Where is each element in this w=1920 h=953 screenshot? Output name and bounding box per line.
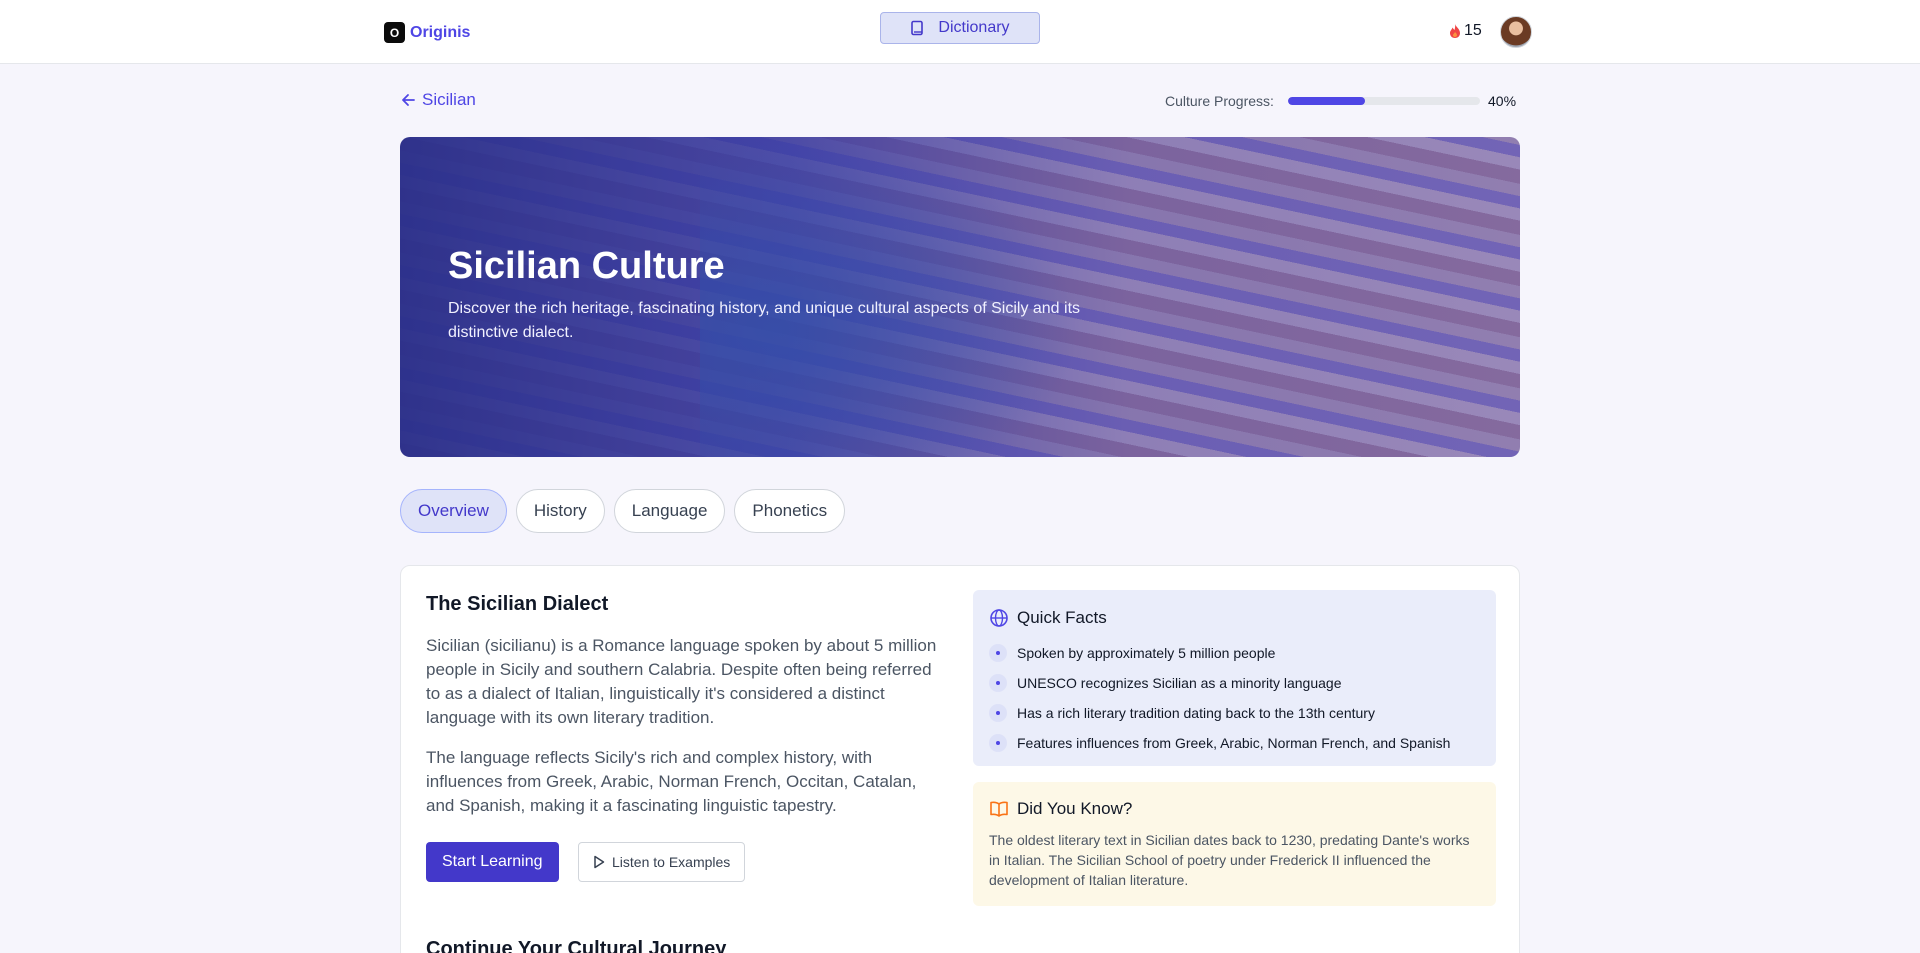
dictionary-label: Dictionary bbox=[938, 19, 1010, 36]
open-book-icon bbox=[990, 801, 1008, 817]
bullet-icon bbox=[989, 674, 1007, 692]
did-you-know-text: The oldest literary text in Sicilian dat… bbox=[989, 832, 1470, 888]
tab-phonetics[interactable]: Phonetics bbox=[734, 489, 846, 533]
progress-fill bbox=[1288, 97, 1365, 105]
listen-examples-button[interactable]: Listen to Examples bbox=[578, 842, 746, 882]
tab-overview[interactable]: Overview bbox=[400, 489, 507, 533]
streak-counter[interactable]: 15 bbox=[1448, 22, 1482, 40]
bullet-icon bbox=[989, 734, 1007, 752]
back-link[interactable]: Sicilian bbox=[400, 90, 476, 110]
fact-text: Features influences from Greek, Arabic, … bbox=[1017, 735, 1451, 751]
logo-mark: O bbox=[384, 22, 405, 43]
back-label: Sicilian bbox=[422, 90, 476, 109]
section-title: The Sicilian Dialect bbox=[426, 593, 609, 615]
arrow-left-icon bbox=[402, 94, 415, 106]
brand-name: Originis bbox=[410, 23, 471, 41]
brand-logo[interactable]: O Originis bbox=[384, 22, 470, 43]
did-you-know-header: Did You Know? bbox=[989, 799, 1132, 819]
culture-progress-bar bbox=[1288, 97, 1480, 105]
hero-banner: Sicilian Culture Discover the rich herit… bbox=[400, 137, 1520, 457]
progress-label: Culture Progress: bbox=[1165, 93, 1274, 109]
start-learning-button[interactable]: Start Learning bbox=[426, 842, 559, 882]
list-item: Has a rich literary tradition dating bac… bbox=[989, 698, 1450, 728]
tab-history[interactable]: History bbox=[515, 489, 605, 533]
dictionary-button[interactable]: Dictionary bbox=[880, 12, 1040, 44]
fact-text: Spoken by approximately 5 million people bbox=[1017, 645, 1276, 661]
bullet-icon bbox=[989, 704, 1007, 722]
overview-card: The Sicilian Dialect Sicilian (sicilianu… bbox=[400, 565, 1520, 953]
hero-subtitle: Discover the rich heritage, fascinating … bbox=[448, 300, 1081, 341]
continue-journey-title: Continue Your Cultural Journey bbox=[426, 938, 727, 953]
did-you-know-panel: Did You Know? The oldest literary text i… bbox=[973, 782, 1496, 906]
quick-facts-header: Quick Facts bbox=[989, 608, 1107, 628]
list-item: Features influences from Greek, Arabic, … bbox=[989, 728, 1450, 758]
fact-text: Has a rich literary tradition dating bac… bbox=[1017, 705, 1375, 721]
list-item: UNESCO recognizes Sicilian as a minority… bbox=[989, 668, 1450, 698]
listen-label: Listen to Examples bbox=[612, 854, 731, 870]
flame-icon bbox=[1450, 24, 1460, 38]
quick-facts-title: Quick Facts bbox=[1017, 608, 1107, 627]
user-avatar[interactable] bbox=[1500, 16, 1532, 48]
play-icon bbox=[594, 855, 605, 869]
fact-text: UNESCO recognizes Sicilian as a minority… bbox=[1017, 675, 1342, 691]
top-navbar: O Originis Dictionary 15 bbox=[0, 0, 1920, 64]
intro-paragraph: Sicilian (sicilianu) is a Romance langua… bbox=[426, 636, 937, 727]
list-item: Spoken by approximately 5 million people bbox=[989, 638, 1450, 668]
history-paragraph: The language reflects Sicily's rich and … bbox=[426, 748, 917, 815]
hero-title: Sicilian Culture bbox=[448, 245, 725, 287]
tab-language[interactable]: Language bbox=[613, 489, 726, 533]
quick-facts-panel: Quick Facts Spoken by approximately 5 mi… bbox=[973, 590, 1496, 766]
streak-count: 15 bbox=[1464, 22, 1482, 39]
section-tabs: Overview History Language Phonetics bbox=[400, 489, 846, 533]
did-you-know-title: Did You Know? bbox=[1017, 799, 1133, 818]
bullet-icon bbox=[989, 644, 1007, 662]
progress-value: 40% bbox=[1488, 93, 1517, 109]
globe-icon bbox=[990, 609, 1008, 627]
book-icon bbox=[911, 20, 924, 36]
quick-facts-list: Spoken by approximately 5 million people… bbox=[989, 638, 1450, 758]
